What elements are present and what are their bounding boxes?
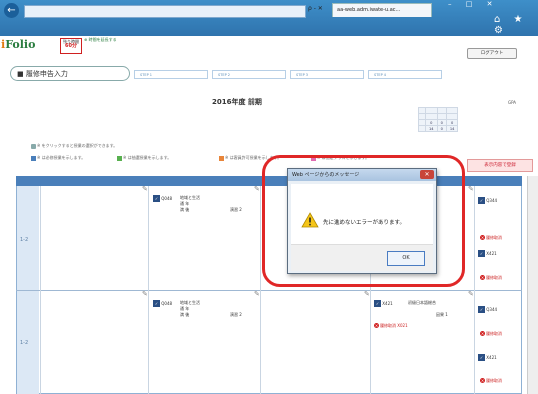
checkbox-icon[interactable]: ✓ — [478, 354, 485, 361]
required-swatch-icon — [31, 155, 36, 161]
col-divider — [148, 186, 149, 394]
period-label: 1-2 — [20, 237, 29, 243]
course-extra: 演習 2 — [230, 312, 242, 317]
course-mid-extra: 因果 1 — [436, 312, 448, 317]
course-entry[interactable]: ✓ Q344 — [478, 306, 497, 313]
app-logo: iFolio — [1, 38, 36, 51]
cancel-icon: × — [480, 378, 485, 383]
checkbox-icon[interactable]: ✓ — [153, 195, 160, 202]
step-3: STEP 3 — [290, 70, 364, 79]
course-entry[interactable]: ✓ X421 — [478, 354, 497, 361]
ok-button[interactable]: OK — [387, 251, 425, 266]
credit-summary-table: 000 14 0 14 — [418, 107, 459, 132]
dialog-title: Web ページからのメッセージ — [288, 169, 436, 181]
course-detail: 地域と生活通 年満 後 — [180, 195, 200, 212]
pencil-icon[interactable]: ✎ — [254, 185, 260, 193]
pencil-icon[interactable]: ✎ — [364, 290, 370, 298]
browser-tab[interactable]: aa-web.adm.iwate-u.ac... — [332, 3, 432, 17]
guest-swatch-icon — [219, 155, 224, 161]
row-divider — [16, 290, 522, 291]
col-divider — [474, 186, 475, 394]
home-star-gear-icon[interactable]: ⌂ ★ ⚙ — [494, 14, 538, 36]
search-icon[interactable]: ρ - ✕ — [308, 5, 323, 12]
cancel-link[interactable]: × 履修取消 — [480, 378, 502, 384]
term-title: 2016年度 前期 — [212, 98, 262, 106]
pencil-icon[interactable]: ✎ — [142, 290, 148, 298]
course-entry[interactable]: ✓ Q048 — [153, 300, 172, 307]
col-divider — [40, 186, 41, 394]
course-entry[interactable]: ✓ X421 — [374, 300, 393, 307]
course-entry[interactable]: ✓ Q344 — [478, 197, 497, 204]
cancel-icon: × — [480, 331, 485, 336]
period-label: 1-2 — [20, 340, 29, 346]
cancel-icon: × — [374, 323, 379, 328]
dialog-footer: OK — [291, 244, 433, 271]
back-arrow-icon[interactable]: ← — [4, 3, 19, 18]
cancel-link[interactable]: × 履修取消 — [480, 275, 502, 281]
cancel-icon: × — [480, 235, 485, 240]
lottery-swatch-icon — [117, 155, 122, 161]
vertical-scrollbar[interactable] — [527, 176, 538, 394]
checkbox-icon[interactable]: ✓ — [478, 197, 485, 204]
legend-required: ※ は必修授業を示します。 — [30, 155, 85, 161]
course-detail: 地域と生活通 年満 後 — [180, 300, 200, 317]
register-button[interactable]: 表示内容で登録 — [467, 159, 533, 172]
gpa-label: GPA — [508, 100, 516, 105]
timer-value: 60分 — [65, 43, 77, 49]
cancel-link[interactable]: × 履修取消 — [480, 331, 502, 337]
logout-button[interactable]: ログアウト — [467, 48, 517, 59]
page-title: ■ 履修申告入力 — [10, 66, 130, 81]
step-1: STEP 1 — [134, 70, 208, 79]
instruction-note: ※ をクリックすると授業の選択ができます。 — [30, 143, 117, 149]
dialog-body: 先に進めないエラーがあります。 OK — [291, 184, 433, 271]
pencil-icon — [31, 143, 36, 149]
step-4: STEP 4 — [368, 70, 442, 79]
checkbox-icon[interactable]: ✓ — [478, 306, 485, 313]
course-extra: 演習 2 — [230, 207, 242, 212]
pencil-icon[interactable]: ✎ — [254, 290, 260, 298]
course-mid: 初級日本語総合 — [408, 300, 436, 305]
checkbox-icon[interactable]: ✓ — [478, 250, 485, 257]
course-entry[interactable]: ✓ X421 — [478, 250, 497, 257]
checkbox-icon[interactable]: ✓ — [374, 300, 381, 307]
legend-lottery: ※ は抽選授業を示します。 — [116, 155, 171, 161]
checkbox-icon[interactable]: ✓ — [153, 300, 160, 307]
dialog-message: 先に進めないエラーがあります。 — [323, 220, 405, 226]
col-divider — [260, 186, 261, 394]
cancel-link[interactable]: × 履修取消 — [480, 235, 502, 241]
alert-dialog: Web ページからのメッセージ ✕ 先に進めないエラーがあります。 OK — [287, 168, 437, 274]
pencil-icon[interactable]: ✎ — [142, 185, 148, 193]
pencil-icon[interactable]: ✎ — [468, 185, 474, 193]
pencil-icon[interactable]: ✎ — [468, 290, 474, 298]
step-2: STEP 2 — [212, 70, 286, 79]
warning-icon — [301, 212, 319, 228]
address-bar[interactable] — [24, 5, 306, 18]
close-icon[interactable]: ✕ — [420, 170, 434, 179]
extend-time-link[interactable]: ⊕ 時間を延長する — [84, 37, 117, 43]
window-controls[interactable]: – □ ✕ — [448, 0, 498, 8]
cancel-icon: × — [480, 275, 485, 280]
cancel-link[interactable]: × 履修取消 X021 — [374, 323, 408, 329]
session-timer: 残り時間 60分 — [60, 38, 82, 54]
course-entry[interactable]: ✓ Q048 — [153, 195, 172, 202]
